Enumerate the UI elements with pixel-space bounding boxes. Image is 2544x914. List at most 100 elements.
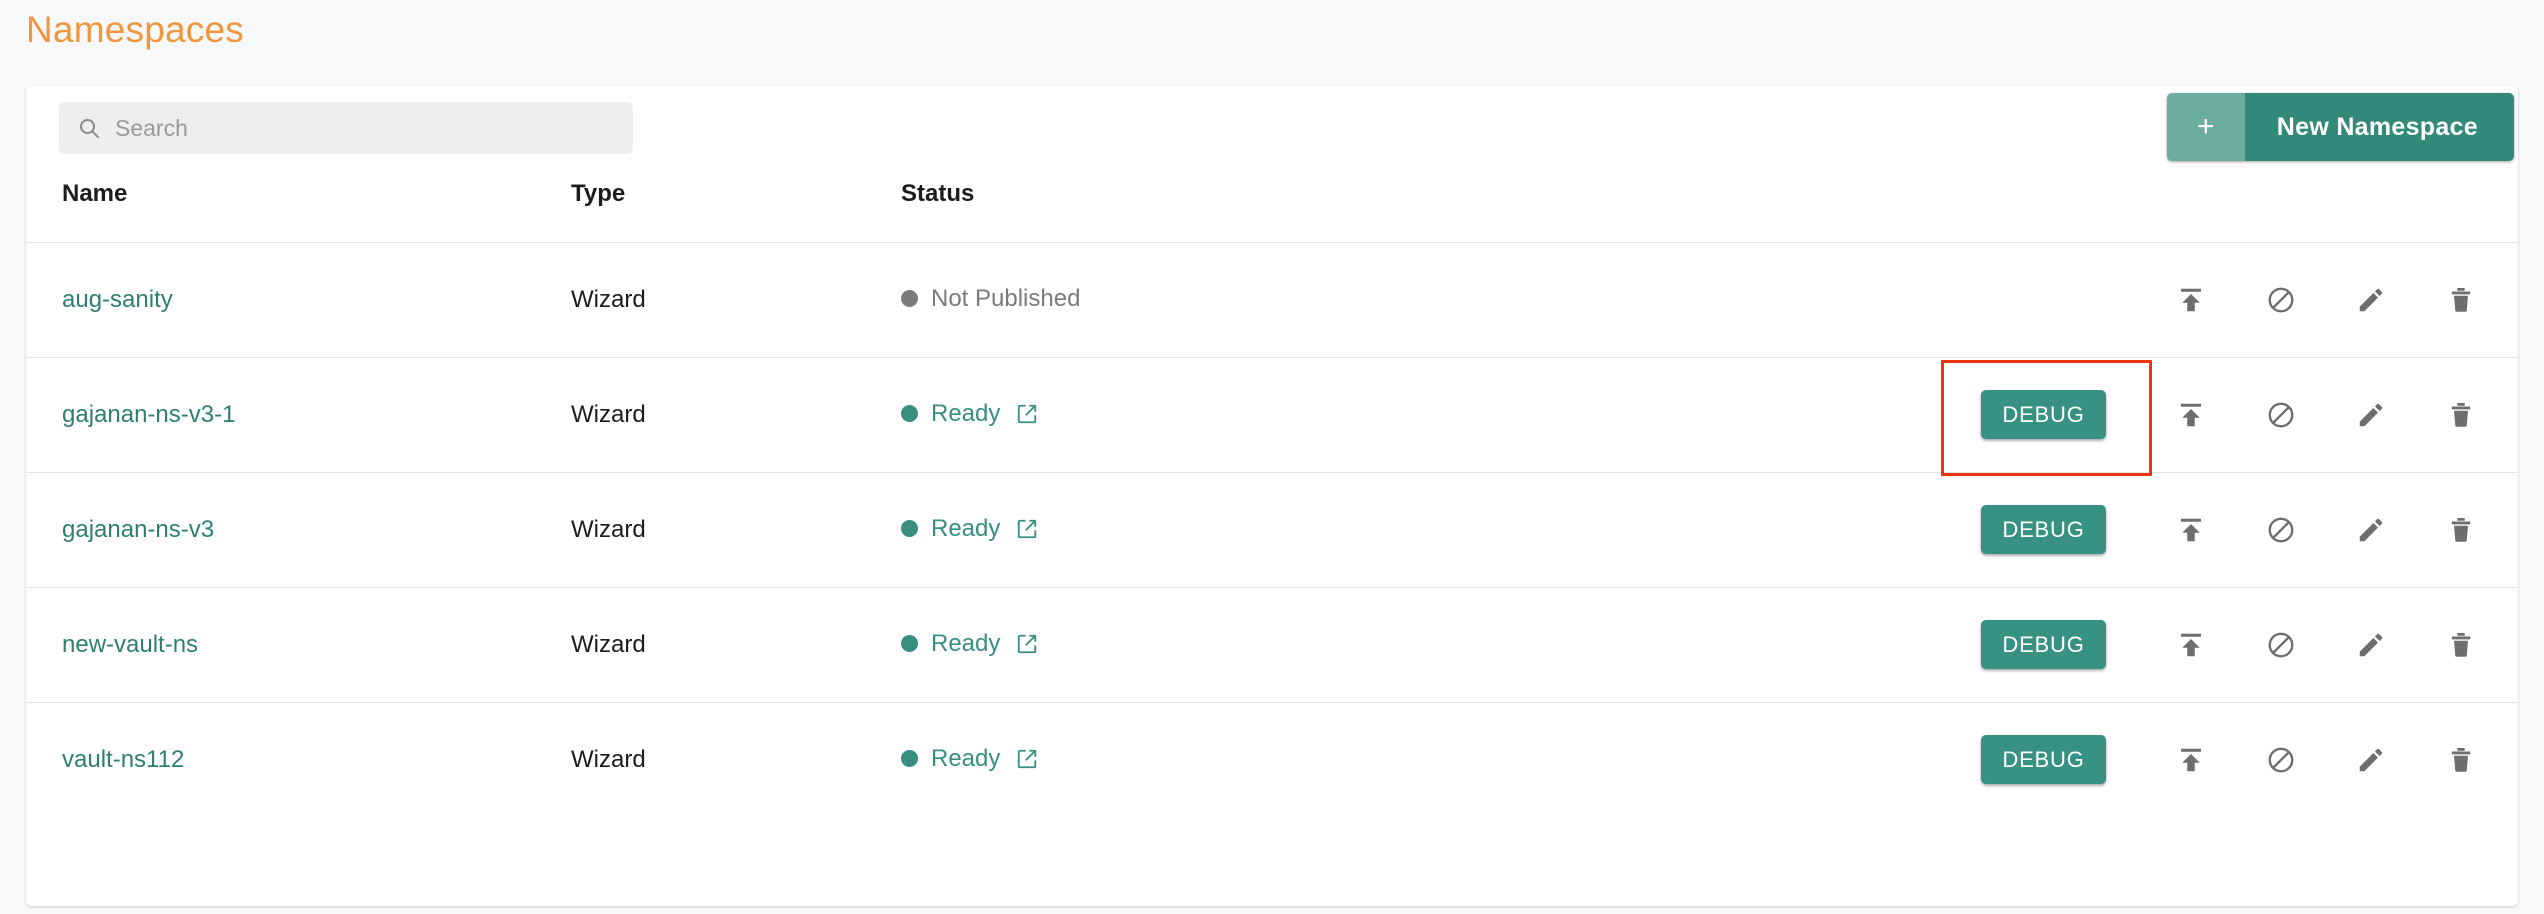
row-actions: DEBUG <box>1601 473 2518 587</box>
cell-actions: DEBUG <box>1601 357 2518 476</box>
table-toolbar: + New Namespace <box>26 86 2518 180</box>
publish-button[interactable] <box>2146 588 2236 702</box>
namespace-link[interactable]: new-vault-ns <box>62 631 198 658</box>
debug-button[interactable]: DEBUG <box>1981 389 2106 440</box>
search-input[interactable] <box>115 102 615 154</box>
table-head: Name Type Status <box>26 180 2518 243</box>
column-header-name[interactable]: Name <box>26 180 571 243</box>
plus-icon: + <box>2166 93 2245 161</box>
publish-icon <box>2176 745 2206 775</box>
cell-name: vault-ns112 <box>26 702 571 817</box>
status-badge: Ready <box>901 630 1038 658</box>
cell-name: new-vault-ns <box>26 587 571 703</box>
debug-button[interactable]: DEBUG <box>1981 734 2106 785</box>
namespace-link[interactable]: gajanan-ns-v3 <box>62 516 214 543</box>
status-dot-icon <box>901 405 918 423</box>
status-badge: Ready <box>901 515 1038 543</box>
new-namespace-button[interactable]: + New Namespace <box>2166 93 2514 161</box>
debug-button[interactable]: DEBUG <box>1981 619 2106 670</box>
cell-actions: DEBUG <box>1601 702 2518 817</box>
publish-button[interactable] <box>2146 703 2236 817</box>
page-title: Namespaces <box>26 9 244 50</box>
cell-name: gajanan-ns-v3-1 <box>26 357 571 473</box>
delete-button[interactable] <box>2416 243 2506 357</box>
status-label: Ready <box>931 744 1001 772</box>
row-actions: DEBUG <box>1601 703 2518 817</box>
external-link-icon[interactable] <box>1013 633 1038 655</box>
unpublish-icon <box>2266 400 2296 430</box>
external-link-icon[interactable] <box>1013 403 1038 425</box>
debug-slot <box>1941 243 2146 357</box>
edit-button[interactable] <box>2326 243 2416 357</box>
status-label: Ready <box>931 399 1001 427</box>
publish-icon <box>2176 285 2206 315</box>
delete-icon <box>2446 630 2476 660</box>
external-link-icon[interactable] <box>1013 748 1038 770</box>
cell-status: Ready <box>901 702 1601 817</box>
edit-button[interactable] <box>2326 473 2416 587</box>
table-row: aug-sanity Wizard Not Published <box>26 242 2518 358</box>
cell-actions: DEBUG <box>1601 587 2518 703</box>
publish-icon <box>2176 400 2206 430</box>
cell-actions <box>1601 242 2518 358</box>
column-header-status[interactable]: Status <box>901 180 1601 243</box>
table-row: vault-ns112 Wizard Ready DEBUG <box>26 702 2518 817</box>
namespaces-page: Namespaces + New Namespace <box>0 0 2544 914</box>
table-header-row: Name Type Status <box>26 180 2518 243</box>
cell-status: Ready <box>901 472 1601 588</box>
unpublish-icon <box>2266 515 2296 545</box>
unpublish-button[interactable] <box>2236 243 2326 357</box>
namespaces-card: + New Namespace Name Type Status aug-san… <box>26 86 2518 906</box>
debug-slot: DEBUG <box>1941 473 2146 587</box>
delete-button[interactable] <box>2416 473 2506 587</box>
publish-button[interactable] <box>2146 243 2236 357</box>
status-badge: Ready <box>901 745 1038 773</box>
edit-button[interactable] <box>2326 703 2416 817</box>
unpublish-button[interactable] <box>2236 588 2326 702</box>
unpublish-icon <box>2266 285 2296 315</box>
cell-name: aug-sanity <box>26 242 571 358</box>
delete-icon <box>2446 400 2476 430</box>
delete-button[interactable] <box>2416 703 2506 817</box>
publish-button[interactable] <box>2146 358 2236 472</box>
status-dot-icon <box>901 750 918 768</box>
status-dot-icon <box>901 520 918 538</box>
debug-slot: DEBUG <box>1941 358 2152 476</box>
search-icon <box>77 116 101 140</box>
debug-button[interactable]: DEBUG <box>1981 504 2106 555</box>
publish-icon <box>2176 515 2206 545</box>
unpublish-button[interactable] <box>2236 473 2326 587</box>
row-actions <box>1601 243 2518 357</box>
edit-button[interactable] <box>2326 358 2416 472</box>
publish-icon <box>2176 630 2206 660</box>
delete-button[interactable] <box>2416 588 2506 702</box>
row-actions: DEBUG <box>1601 358 2518 476</box>
namespace-link[interactable]: gajanan-ns-v3-1 <box>62 401 235 428</box>
column-header-actions <box>1601 180 2518 243</box>
delete-icon <box>2446 515 2476 545</box>
cell-status: Not Published <box>901 242 1601 358</box>
unpublish-button[interactable] <box>2236 703 2326 817</box>
table-row: new-vault-ns Wizard Ready DEBUG <box>26 587 2518 703</box>
debug-slot: DEBUG <box>1941 588 2146 702</box>
cell-type: Wizard <box>571 587 901 703</box>
table-row: gajanan-ns-v3 Wizard Ready DEBUG <box>26 472 2518 588</box>
namespace-link[interactable]: aug-sanity <box>62 286 173 313</box>
status-badge: Ready <box>901 400 1038 428</box>
search-box[interactable] <box>59 102 633 154</box>
namespace-link[interactable]: vault-ns112 <box>62 746 184 773</box>
status-label: Ready <box>931 629 1001 657</box>
edit-icon <box>2356 630 2386 660</box>
delete-icon <box>2446 285 2476 315</box>
external-link-icon[interactable] <box>1013 518 1038 540</box>
publish-button[interactable] <box>2146 473 2236 587</box>
status-label: Ready <box>931 514 1001 542</box>
table-body: aug-sanity Wizard Not Published gajanan-… <box>26 242 2518 817</box>
delete-button[interactable] <box>2416 358 2506 472</box>
edit-button[interactable] <box>2326 588 2416 702</box>
unpublish-icon <box>2266 630 2296 660</box>
unpublish-button[interactable] <box>2236 358 2326 472</box>
column-header-type[interactable]: Type <box>571 180 901 243</box>
status-badge: Not Published <box>901 285 1080 313</box>
status-label: Not Published <box>931 284 1081 312</box>
